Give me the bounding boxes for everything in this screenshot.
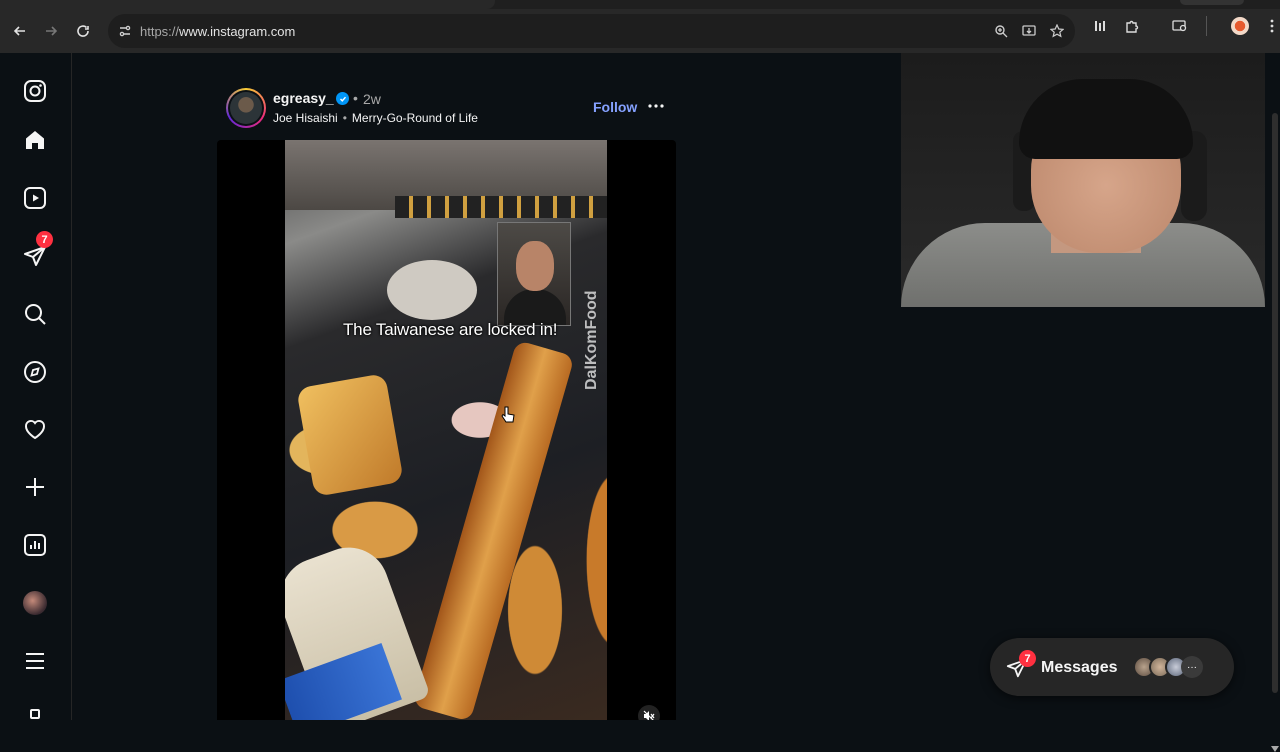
audio-artist[interactable]: Joe Hisaishi [273, 111, 338, 125]
post-header: egreasy_ • 2w Joe Hisaishi • Merry-Go-Roun… [226, 88, 676, 132]
messages-icon[interactable]: 7 [22, 231, 53, 269]
follow-button[interactable]: Follow [593, 99, 637, 115]
back-icon[interactable] [4, 15, 36, 47]
extension-icon[interactable] [1088, 14, 1112, 38]
audio-separator: • [342, 111, 347, 125]
author-username[interactable]: egreasy_ [273, 90, 334, 106]
author-avatar[interactable] [226, 88, 266, 128]
video-watermark: DalKomFood [583, 290, 600, 390]
more-menu-icon[interactable] [22, 648, 48, 674]
kebab-menu-icon[interactable] [1260, 14, 1280, 38]
scroll-down-arrow-icon[interactable] [1271, 746, 1279, 752]
messages-pill-badge: 7 [1019, 650, 1036, 667]
browser-toolbar: https://www.instagram.com [0, 9, 1280, 53]
install-app-icon[interactable] [1019, 21, 1039, 41]
active-tab[interactable] [0, 0, 495, 9]
address-bar[interactable]: https://www.instagram.com [108, 14, 1075, 48]
audio-attribution[interactable]: Joe Hisaishi • Merry-Go-Round of Life [273, 111, 478, 125]
profile-avatar[interactable] [22, 590, 48, 616]
video-caption: The Taiwanese are locked in! [343, 320, 558, 339]
messages-pill[interactable]: 7 Messages ··· [990, 638, 1234, 696]
instagram-logo-icon[interactable] [22, 78, 48, 104]
create-plus-icon[interactable] [22, 474, 48, 500]
message-avatars: ··· [1133, 656, 1203, 678]
dashboard-icon[interactable] [22, 532, 48, 558]
dot-separator: • [353, 90, 358, 106]
sidebar: 7 [0, 53, 72, 720]
verified-badge-icon [336, 92, 349, 105]
site-settings-icon[interactable] [116, 22, 134, 40]
messages-badge: 7 [36, 231, 53, 248]
tab-strip [0, 0, 1280, 9]
url-text[interactable]: https://www.instagram.com [140, 24, 295, 39]
tab-strip-right [1180, 0, 1244, 5]
post-media[interactable]: The Taiwanese are locked in! DalKomFood [217, 140, 676, 720]
webcam-overlay [901, 53, 1265, 307]
more-options-icon[interactable] [646, 96, 666, 116]
explore-icon[interactable] [22, 359, 48, 385]
app-switch-icon[interactable] [22, 703, 48, 719]
reload-icon[interactable] [67, 15, 99, 47]
creator-pip-video [497, 222, 571, 326]
hand-cursor-icon [501, 406, 515, 423]
puzzle-extensions-icon[interactable] [1120, 14, 1144, 38]
post-time[interactable]: 2w [363, 91, 381, 107]
forward-icon[interactable] [35, 15, 67, 47]
messages-label: Messages [1041, 659, 1118, 676]
page-scrollbar[interactable] [1268, 53, 1280, 752]
reel-video[interactable]: The Taiwanese are locked in! DalKomFood [285, 140, 607, 720]
audio-track[interactable]: Merry-Go-Round of Life [352, 111, 478, 125]
mute-icon[interactable] [638, 705, 660, 720]
bookmark-star-icon[interactable] [1047, 21, 1067, 41]
home-icon[interactable] [22, 127, 48, 153]
zoom-icon[interactable] [991, 21, 1011, 41]
more-avatars-icon: ··· [1181, 656, 1203, 678]
profile-avatar-icon[interactable] [1228, 14, 1252, 38]
tab-search-icon[interactable] [1168, 14, 1192, 38]
reels-icon[interactable] [22, 185, 48, 211]
search-icon[interactable] [22, 301, 48, 327]
notifications-heart-icon[interactable] [22, 416, 48, 442]
scrollbar-thumb[interactable] [1272, 113, 1278, 693]
